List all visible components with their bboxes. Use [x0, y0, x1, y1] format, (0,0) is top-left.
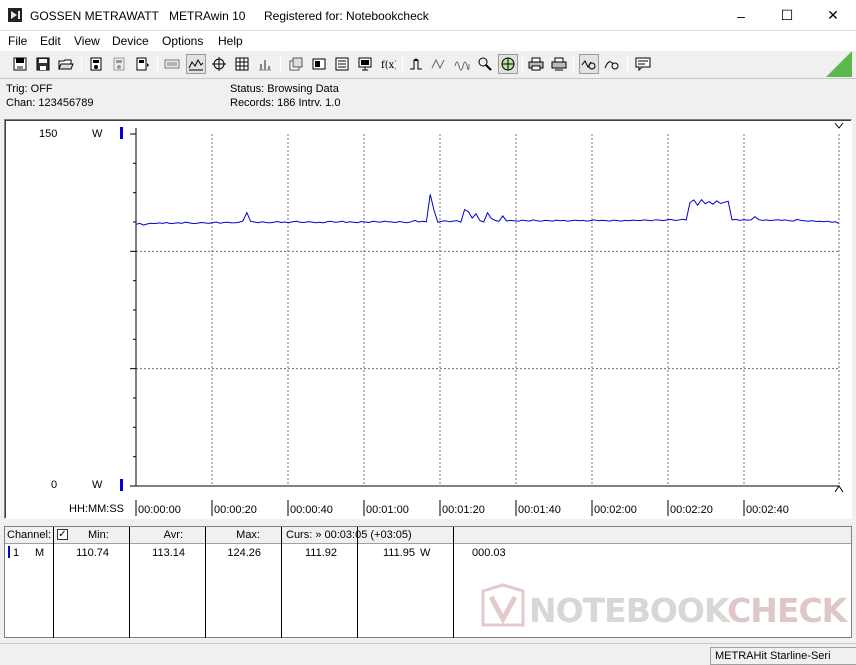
app-title: METRAwin 10 — [169, 9, 246, 23]
y-min-marker — [120, 479, 123, 491]
status-indicator-icon — [826, 51, 852, 77]
open-file-icon[interactable] — [10, 54, 30, 74]
wave-view-icon[interactable] — [186, 54, 206, 74]
channel-list: Chan: 123456789 — [6, 97, 94, 109]
comment-icon[interactable] — [633, 54, 653, 74]
menu-device[interactable]: Device — [112, 34, 149, 48]
table-icon[interactable] — [232, 54, 252, 74]
save-icon[interactable] — [33, 54, 53, 74]
device-name: METRAHit Starline-Seri — [710, 647, 856, 665]
channel-table: Channel: ✓ Min: Avr: Max: Curs: » 00:03:… — [4, 526, 852, 638]
x-tick-label: 00:01:00 — [366, 504, 409, 516]
x-tick-label: 00:01:40 — [518, 504, 561, 516]
y-max-marker — [120, 127, 123, 139]
device-read-icon[interactable] — [86, 54, 106, 74]
col-max: Max: — [205, 527, 283, 544]
trigger-up-icon[interactable] — [406, 54, 426, 74]
copy-icon[interactable] — [286, 54, 306, 74]
crosshair-icon[interactable] — [209, 54, 229, 74]
col-checkbox-wrap: ✓ Min: — [54, 527, 129, 544]
x-tick-label: 00:00:40 — [290, 504, 333, 516]
menu-options[interactable]: Options — [162, 34, 203, 48]
vendor-name: GOSSEN METRAWATT — [30, 9, 159, 23]
y-min-label: 0 — [51, 479, 58, 491]
menu-file[interactable]: File — [8, 34, 27, 48]
records-text: Records: 186 Intrv. 1.0 — [230, 97, 341, 109]
trigger-wave-icon-2[interactable] — [452, 54, 472, 74]
cursor-top-mark — [834, 122, 844, 129]
toolbar: f(x) — [0, 51, 856, 79]
menu-edit[interactable]: Edit — [40, 34, 61, 48]
menu-bar: File Edit View Device Options Help — [0, 31, 856, 51]
col-channel: Channel: — [5, 527, 53, 544]
title-bar: GOSSEN METRAWATT METRAwin 10 Registered … — [0, 0, 856, 31]
notebookcheck-watermark: NOTEBOOKCHECK — [479, 579, 849, 639]
col-avr: Avr: — [129, 527, 205, 544]
channel-color-marker — [8, 546, 10, 558]
status-text: Status: Browsing Data — [230, 83, 339, 95]
export-icon[interactable] — [309, 54, 329, 74]
x-tick-label: 00:01:20 — [442, 504, 485, 516]
x-axis-format: HH:MM:SS — [69, 503, 124, 515]
cursor-delta: 000.03 — [472, 547, 506, 559]
trigger-status: Trig: OFF — [6, 83, 53, 95]
zoom-curve-icon[interactable] — [602, 54, 622, 74]
globe-icon[interactable] — [498, 54, 518, 74]
x-tick-label: 00:02:40 — [746, 504, 789, 516]
histogram-icon[interactable] — [255, 54, 275, 74]
menu-view[interactable]: View — [74, 34, 100, 48]
power-series-line — [135, 194, 840, 226]
watermark-logo-icon — [481, 583, 525, 627]
col-cursor: Curs: » 00:03:05 (+03:05) — [283, 527, 851, 544]
acquisition-status: Trig: OFF Chan: 123456789 Status: Browsi… — [0, 80, 856, 118]
search-icon[interactable] — [475, 54, 495, 74]
print-icon[interactable] — [526, 54, 546, 74]
x-tick-label: 00:00:00 — [138, 504, 181, 516]
x-tick-label: 00:00:20 — [214, 504, 257, 516]
max-value: 124.26 — [227, 547, 261, 559]
menu-help[interactable]: Help — [218, 34, 243, 48]
col-min: Min: — [88, 529, 109, 541]
channel-mode: M — [35, 547, 45, 559]
print-preview-icon[interactable] — [549, 54, 569, 74]
maximize-button[interactable]: ☐ — [764, 0, 810, 31]
print-list-icon[interactable] — [332, 54, 352, 74]
trigger-wave-icon[interactable] — [429, 54, 449, 74]
y-max-label: 150 — [39, 128, 58, 140]
minimize-button[interactable]: – — [718, 0, 764, 31]
channel-number: 1 — [13, 547, 20, 559]
y-unit-bottom: W — [92, 479, 103, 491]
avr-value: 113.14 — [152, 547, 185, 559]
plot-area[interactable]: 00:00:00 00:00:20 00:00:40 00:01:00 00:01:20… — [4, 119, 852, 519]
close-button[interactable]: ✕ — [810, 0, 856, 31]
watermark-text: NOTEBOOKCHECK — [529, 591, 847, 630]
status-bar: METRAHit Starline-Seri — [0, 643, 856, 665]
zoom-wave-icon[interactable] — [579, 54, 599, 74]
cursor-unit: W — [420, 547, 431, 559]
device-send-icon[interactable] — [132, 54, 152, 74]
registration-text: Registered for: Notebookcheck — [264, 9, 429, 23]
monitor-icon[interactable] — [355, 54, 375, 74]
folder-open-icon[interactable] — [56, 54, 76, 74]
min-value: 110.74 — [76, 547, 109, 559]
cursor-value-2: 111.95 — [382, 547, 415, 559]
x-tick-label: 00:02:00 — [594, 504, 637, 516]
y-unit-top: W — [92, 128, 103, 140]
power-chart[interactable]: 00:00:00 00:00:20 00:00:40 00:01:00 00:01:20… — [5, 120, 851, 518]
svg-text:f(x): f(x) — [381, 60, 396, 71]
x-tick-label: 00:02:20 — [670, 504, 713, 516]
device-grey-icon[interactable] — [109, 54, 129, 74]
channel-checkbox[interactable]: ✓ — [57, 529, 68, 540]
function-icon[interactable]: f(x) — [378, 54, 398, 74]
cursor-value-1: 111.92 — [304, 547, 337, 559]
cursor-bottom-mark — [834, 485, 844, 493]
keyboard-icon[interactable] — [162, 54, 182, 74]
app-icon — [8, 8, 22, 22]
